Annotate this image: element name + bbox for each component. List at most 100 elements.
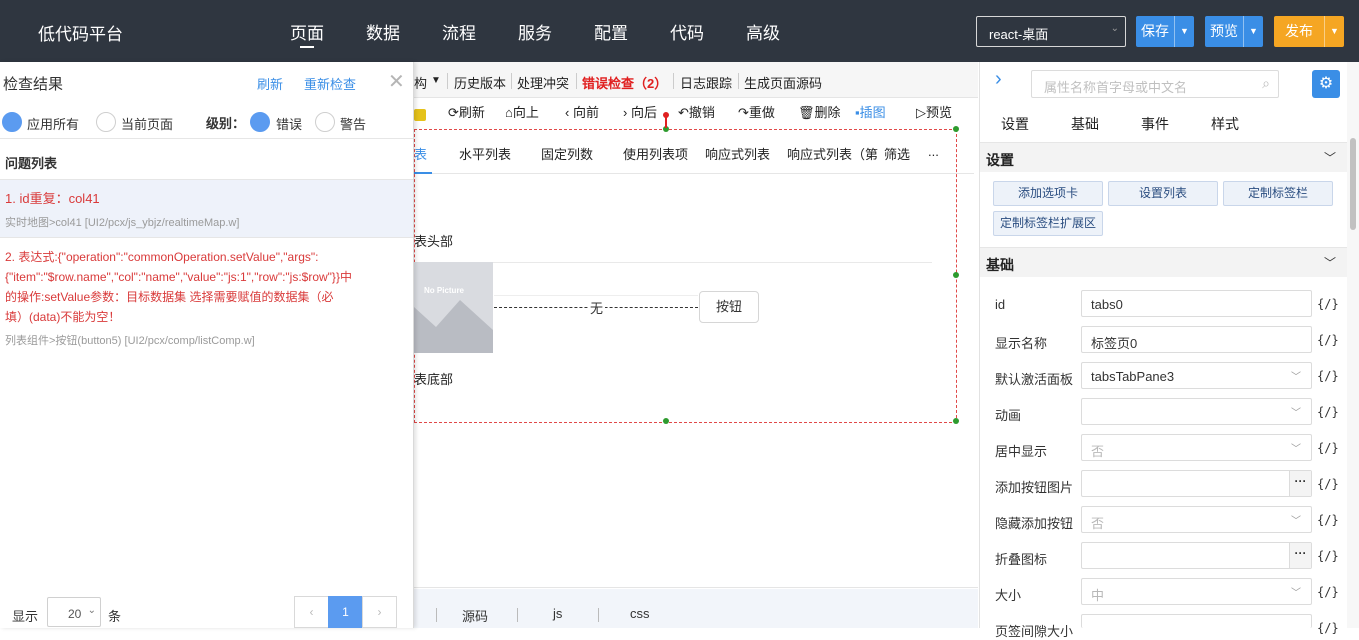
- platform-select[interactable]: react-桌面 ⌄: [976, 16, 1126, 47]
- more-icon[interactable]: ...: [928, 144, 939, 159]
- section-basic-header[interactable]: 基础 ﹀: [980, 247, 1348, 277]
- undo-button[interactable]: ↶撤销: [678, 102, 715, 121]
- nav-page[interactable]: 页面: [290, 19, 324, 44]
- log-trace[interactable]: 日志跟踪: [680, 73, 732, 92]
- caret-down-icon[interactable]: ▼: [1324, 16, 1344, 47]
- redo-button[interactable]: ↷重做: [738, 102, 775, 121]
- caret-down-icon[interactable]: ▼: [431, 75, 441, 86]
- prev-page-button[interactable]: ‹: [294, 596, 329, 628]
- forward-button[interactable]: ‹ 向前: [565, 102, 599, 121]
- nav-code[interactable]: 代码: [670, 19, 704, 44]
- set-list-button[interactable]: 设置列表: [1108, 181, 1218, 206]
- canvas-tab-list[interactable]: 表: [414, 144, 427, 163]
- next-page-button[interactable]: ›: [362, 596, 397, 628]
- up-button[interactable]: ⌂向上: [505, 102, 539, 121]
- preview-button[interactable]: 预览 ▼: [1205, 16, 1263, 47]
- expression-icon[interactable]: {/}: [1317, 369, 1339, 383]
- expression-icon[interactable]: {/}: [1317, 585, 1339, 599]
- refresh-link[interactable]: 刷新: [257, 74, 283, 93]
- prop-input-display-name[interactable]: 标签页0: [1081, 326, 1312, 353]
- section-settings-header[interactable]: 设置 ﹀: [980, 142, 1348, 172]
- canvas-tab-responsive[interactable]: 响应式列表: [705, 144, 770, 163]
- caret-down-icon[interactable]: ▼: [1174, 16, 1194, 47]
- radio-level-error[interactable]: [250, 112, 270, 132]
- canvas-button[interactable]: 按钮: [699, 291, 759, 323]
- error-check[interactable]: 错误检查（2）: [582, 73, 667, 92]
- history-version[interactable]: 历史版本: [454, 73, 506, 92]
- prop-select-center[interactable]: 否 ﹀: [1081, 434, 1312, 461]
- ellipsis-icon[interactable]: ···: [1289, 471, 1311, 496]
- chevron-right-icon[interactable]: ›: [995, 68, 1002, 91]
- expression-icon[interactable]: {/}: [1317, 621, 1339, 635]
- radio-level-warn[interactable]: [315, 112, 335, 132]
- nav-service[interactable]: 服务: [518, 19, 552, 44]
- resize-handle[interactable]: [953, 272, 959, 278]
- expression-icon[interactable]: {/}: [1317, 549, 1339, 563]
- prop-input-id[interactable]: tabs0: [1081, 290, 1312, 317]
- prop-select-hide-add-button[interactable]: 否 ﹀: [1081, 506, 1312, 533]
- prop-input-add-button-image[interactable]: ···: [1081, 470, 1312, 497]
- add-tab-button[interactable]: 添加选项卡: [993, 181, 1103, 206]
- resize-handle[interactable]: [663, 418, 669, 424]
- preview-canvas-button[interactable]: ▷预览: [916, 102, 952, 121]
- resolve-conflict[interactable]: 处理冲突: [517, 73, 569, 92]
- close-icon[interactable]: ✕: [388, 69, 405, 94]
- page-1-button[interactable]: 1: [328, 596, 363, 628]
- prop-tab-style[interactable]: 样式: [1211, 114, 1239, 134]
- canvas-tab-list-item[interactable]: 使用列表项: [623, 144, 688, 163]
- custom-tabbar-ext-button[interactable]: 定制标签栏扩展区: [993, 211, 1103, 236]
- gear-icon[interactable]: ⚙: [1312, 70, 1340, 98]
- scrollbar-thumb[interactable]: [1350, 138, 1356, 230]
- nav-data[interactable]: 数据: [366, 19, 400, 44]
- expression-icon[interactable]: {/}: [1317, 297, 1339, 311]
- component-tag-icon[interactable]: [414, 109, 426, 121]
- nav-flow[interactable]: 流程: [442, 19, 476, 44]
- issue-item[interactable]: 1. id重复：col41 实时地图>col41 [UI2/pcx/js_ybj…: [0, 180, 413, 237]
- expression-icon[interactable]: {/}: [1317, 441, 1339, 455]
- save-button[interactable]: 保存 ▼: [1136, 16, 1194, 47]
- nav-config[interactable]: 配置: [594, 19, 628, 44]
- canvas-tab-fixed-cols[interactable]: 固定列数: [541, 144, 593, 163]
- prop-tab-events[interactable]: 事件: [1141, 114, 1169, 134]
- caret-down-icon[interactable]: ▼: [1243, 16, 1263, 47]
- prop-input-tab-gap[interactable]: [1081, 614, 1312, 628]
- expression-icon[interactable]: {/}: [1317, 477, 1339, 491]
- expression-icon[interactable]: {/}: [1317, 513, 1339, 527]
- prop-select-default-pane[interactable]: tabsTabPane3 ﹀: [1081, 362, 1312, 389]
- pager-unit-label: 条: [108, 609, 122, 624]
- prop-tab-basic[interactable]: 基础: [1071, 114, 1099, 134]
- tab-source[interactable]: 源码: [462, 606, 488, 625]
- expression-icon[interactable]: {/}: [1317, 405, 1339, 419]
- generate-source[interactable]: 生成页面源码: [744, 73, 822, 92]
- radio-all-apps[interactable]: [2, 112, 22, 132]
- rotate-handle[interactable]: [663, 112, 669, 118]
- tab-js[interactable]: js: [553, 606, 562, 621]
- publish-button[interactable]: 发布 ▼: [1274, 16, 1344, 47]
- canvas-tab-horizontal[interactable]: 水平列表: [459, 144, 511, 163]
- prop-input-collapse-icon[interactable]: ···: [1081, 542, 1312, 569]
- design-canvas[interactable]: 表 水平列表 固定列数 使用列表项 响应式列表 响应式列表（第 筛选 ... 表…: [414, 112, 978, 588]
- prop-select-size[interactable]: 中 ﹀: [1081, 578, 1312, 605]
- delete-button[interactable]: 🗑删除: [798, 102, 841, 121]
- tab-css[interactable]: css: [630, 606, 650, 621]
- issue-item[interactable]: 2. 表达式:{"operation":"commonOperation.set…: [0, 237, 413, 347]
- canvas-tab-filter[interactable]: 筛选: [884, 144, 910, 163]
- prop-select-animation[interactable]: ﹀: [1081, 398, 1312, 425]
- radio-current-page[interactable]: [96, 112, 116, 132]
- expression-icon[interactable]: {/}: [1317, 333, 1339, 347]
- nav-advanced[interactable]: 高级: [746, 19, 780, 44]
- page-size-select[interactable]: 20 ⌄: [47, 597, 101, 627]
- custom-tabbar-button[interactable]: 定制标签栏: [1223, 181, 1333, 206]
- prop-tab-settings[interactable]: 设置: [1001, 114, 1029, 134]
- ellipsis-icon[interactable]: ···: [1289, 543, 1311, 568]
- canvas-tab-responsive-2[interactable]: 响应式列表（第: [787, 144, 878, 163]
- backward-button[interactable]: › 向后: [623, 102, 657, 121]
- refresh-button[interactable]: ⟳刷新: [448, 102, 485, 121]
- property-search-input[interactable]: 属性名称首字母或中文名 ⌕: [1031, 70, 1279, 98]
- insert-image-button[interactable]: ▪插图: [855, 102, 886, 121]
- property-scrollbar[interactable]: [1347, 62, 1359, 628]
- toolbar-structure[interactable]: 构: [414, 73, 427, 92]
- resize-handle[interactable]: [953, 418, 959, 424]
- recheck-link[interactable]: 重新检查: [304, 74, 356, 93]
- placeholder-image[interactable]: No Picture: [414, 262, 493, 353]
